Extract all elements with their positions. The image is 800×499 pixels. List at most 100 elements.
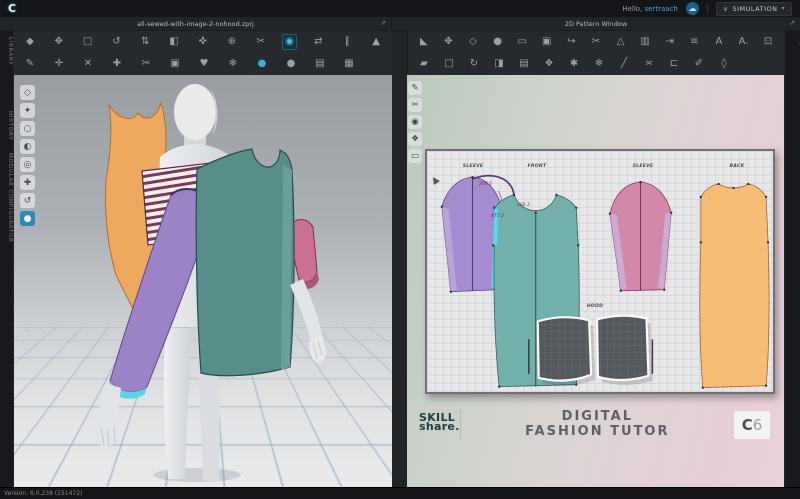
- rotate-cw-icon[interactable]: ↻: [466, 56, 482, 72]
- reset-view-icon[interactable]: ↺: [20, 193, 35, 208]
- segment-sew-icon[interactable]: ╱: [616, 56, 632, 72]
- select-move-icon[interactable]: ✥: [51, 34, 67, 50]
- rotate-view-icon[interactable]: ↺: [109, 34, 125, 50]
- seam-allowance-icon[interactable]: ▥: [637, 34, 653, 50]
- center-tool-icon[interactable]: ✛: [51, 56, 67, 72]
- 2d-viewport[interactable]: ✎ ✂ ◉ ❖ ▭: [407, 75, 784, 487]
- pattern-hood[interactable]: [538, 316, 653, 386]
- texture-editor-icon[interactable]: ▣: [167, 56, 183, 72]
- expand-icon[interactable]: ↗: [380, 19, 386, 27]
- tab-2d-pattern-window[interactable]: 2D Pattern Window ↗: [392, 17, 800, 30]
- colorway-b-icon[interactable]: ●: [283, 56, 299, 72]
- show-garment-icon[interactable]: ◎: [20, 157, 35, 172]
- freeze-icon[interactable]: ❄: [225, 56, 241, 72]
- pan-icon[interactable]: ⇅: [137, 34, 153, 50]
- chevron-down-icon: ▾: [781, 5, 785, 12]
- annotate-icon[interactable]: ✐: [691, 56, 707, 72]
- mannequin-shadow: [153, 468, 241, 482]
- pattern-board[interactable]: SLEEVE FRONT SLEEVE BACK HOOD 206.5 266.…: [425, 149, 775, 394]
- left-dock-strip: LIBRARY HISTORY MODULAR CONFIGURATOR: [0, 31, 14, 487]
- sidebar-item-property-editor[interactable]: PROPERTY EDITOR: [789, 101, 800, 164]
- edit-pattern-icon[interactable]: ✎: [22, 56, 38, 72]
- frame-2d-icon[interactable]: ▭: [408, 149, 422, 163]
- internal-rectangle-icon[interactable]: ▣: [539, 34, 555, 50]
- cut-sew-icon[interactable]: ✂: [138, 56, 154, 72]
- status-bar: Version: 6.0.238 (151472): [0, 487, 800, 499]
- align-center-icon[interactable]: ❖: [541, 56, 557, 72]
- mirror-icon[interactable]: ◨: [491, 56, 507, 72]
- dart-icon[interactable]: △: [613, 34, 629, 50]
- render-style-icon[interactable]: ◉: [282, 34, 298, 50]
- arrange-2d-icon[interactable]: ❖: [408, 132, 422, 146]
- window-layout-icon[interactable]: ◧: [166, 34, 182, 50]
- show-pins-icon[interactable]: ✚: [20, 175, 35, 190]
- cleanup-icon[interactable]: ✱: [566, 56, 582, 72]
- sidebar-item-object-browser[interactable]: OBJECT BROWSER: [789, 33, 800, 95]
- pattern-back[interactable]: [700, 183, 769, 389]
- layer-list-icon[interactable]: ▤: [312, 56, 328, 72]
- favorite-icon[interactable]: ♥: [196, 56, 212, 72]
- tab-3d-window[interactable]: all-sewed-with-image-2-nohood.zprj ↗: [0, 17, 392, 30]
- render-toggle-icon[interactable]: ●: [20, 211, 35, 226]
- colorway-a-icon[interactable]: ●: [254, 56, 270, 72]
- show-gizmo-icon[interactable]: ✦: [20, 103, 35, 118]
- pink-sleeve-piece[interactable]: [291, 220, 319, 290]
- sidebar-item-history[interactable]: HISTORY: [0, 111, 13, 140]
- pleat-icon[interactable]: ≡: [687, 34, 703, 50]
- 3d-viewport[interactable]: ◇ ✦ ○ ◐ ◎ ✚ ↺ ●: [14, 75, 392, 487]
- grade-box-icon[interactable]: ⊡: [760, 34, 776, 50]
- simulate-icon[interactable]: ◆: [22, 34, 38, 50]
- clo-logo[interactable]: C: [8, 3, 16, 14]
- cut-2d-icon[interactable]: ✂: [408, 98, 422, 112]
- rectangle-icon[interactable]: ▭: [514, 34, 530, 50]
- add-icon[interactable]: ✚: [109, 56, 125, 72]
- grading-text-icon[interactable]: A.: [736, 34, 752, 50]
- flip-icon[interactable]: ◊: [716, 56, 732, 72]
- edit-2d-icon[interactable]: ✎: [408, 81, 422, 95]
- measurement-266: 266.3: [517, 203, 530, 208]
- bind-icon[interactable]: ⊏: [666, 56, 682, 72]
- notch-icon[interactable]: ⇥: [662, 34, 678, 50]
- skillshare-line2: share.: [419, 422, 460, 431]
- sync-2d3d-icon[interactable]: ⇄: [310, 34, 326, 50]
- move-pattern-icon[interactable]: ✥: [441, 34, 457, 50]
- mannequin-right-hand: [290, 279, 326, 362]
- simulation-button[interactable]: ∨ SIMULATION ▾: [716, 2, 792, 16]
- dft-line1: DIGITAL: [461, 409, 734, 424]
- free-sew-icon[interactable]: ≍: [641, 56, 657, 72]
- focus-2d-icon[interactable]: ◉: [408, 115, 422, 129]
- align-rows-icon[interactable]: ▤: [516, 56, 532, 72]
- delete-icon[interactable]: ✕: [80, 56, 96, 72]
- freeze-2d-icon[interactable]: ❄: [591, 56, 607, 72]
- scissors-icon[interactable]: ✂: [253, 34, 269, 50]
- add-point-icon[interactable]: ⊕: [224, 34, 240, 50]
- show-grid-icon[interactable]: ◇: [20, 85, 35, 100]
- sidebar-item-library[interactable]: LIBRARY: [0, 37, 13, 65]
- cloud-sync-button[interactable]: ☁: [686, 2, 699, 15]
- polygon-icon[interactable]: ◇: [465, 34, 481, 50]
- text-tool-icon[interactable]: A: [711, 34, 727, 50]
- pin-icon[interactable]: ✜: [195, 34, 211, 50]
- show-avatar-icon[interactable]: ○: [20, 121, 35, 136]
- right-dock-strip: OBJECT BROWSER PROPERTY EDITOR: [784, 31, 800, 487]
- curve-tool-icon[interactable]: ↪: [564, 34, 580, 50]
- cloud-icon: ☁: [688, 5, 696, 13]
- pattern-sleeve-right[interactable]: [609, 181, 672, 292]
- pattern-outline-icon[interactable]: □: [441, 56, 457, 72]
- avatar-shade-icon[interactable]: ◐: [20, 139, 35, 154]
- circle-icon[interactable]: ●: [490, 34, 506, 50]
- pattern-solid-icon[interactable]: ▰: [416, 56, 432, 72]
- select-box-icon[interactable]: □: [80, 34, 96, 50]
- pause-icon[interactable]: ∥: [339, 34, 355, 50]
- teal-front-piece[interactable]: [196, 149, 294, 376]
- sidebar-item-modular-configurator[interactable]: MODULAR CONFIGURATOR: [0, 153, 13, 243]
- expand-icon[interactable]: ↗: [789, 19, 795, 27]
- username-link[interactable]: sertraach: [645, 5, 678, 13]
- trace-icon[interactable]: ✂: [588, 34, 604, 50]
- play-icon[interactable]: ▲: [368, 34, 384, 50]
- fabric-list-icon[interactable]: ▦: [341, 56, 357, 72]
- 2d-view-toggles: ✎ ✂ ◉ ❖ ▭: [408, 81, 422, 163]
- 3d-view-toggles: ◇ ✦ ○ ◐ ◎ ✚ ↺ ●: [20, 85, 35, 226]
- cursor-icon: [433, 177, 440, 185]
- transform-pattern-icon[interactable]: ◣: [416, 34, 432, 50]
